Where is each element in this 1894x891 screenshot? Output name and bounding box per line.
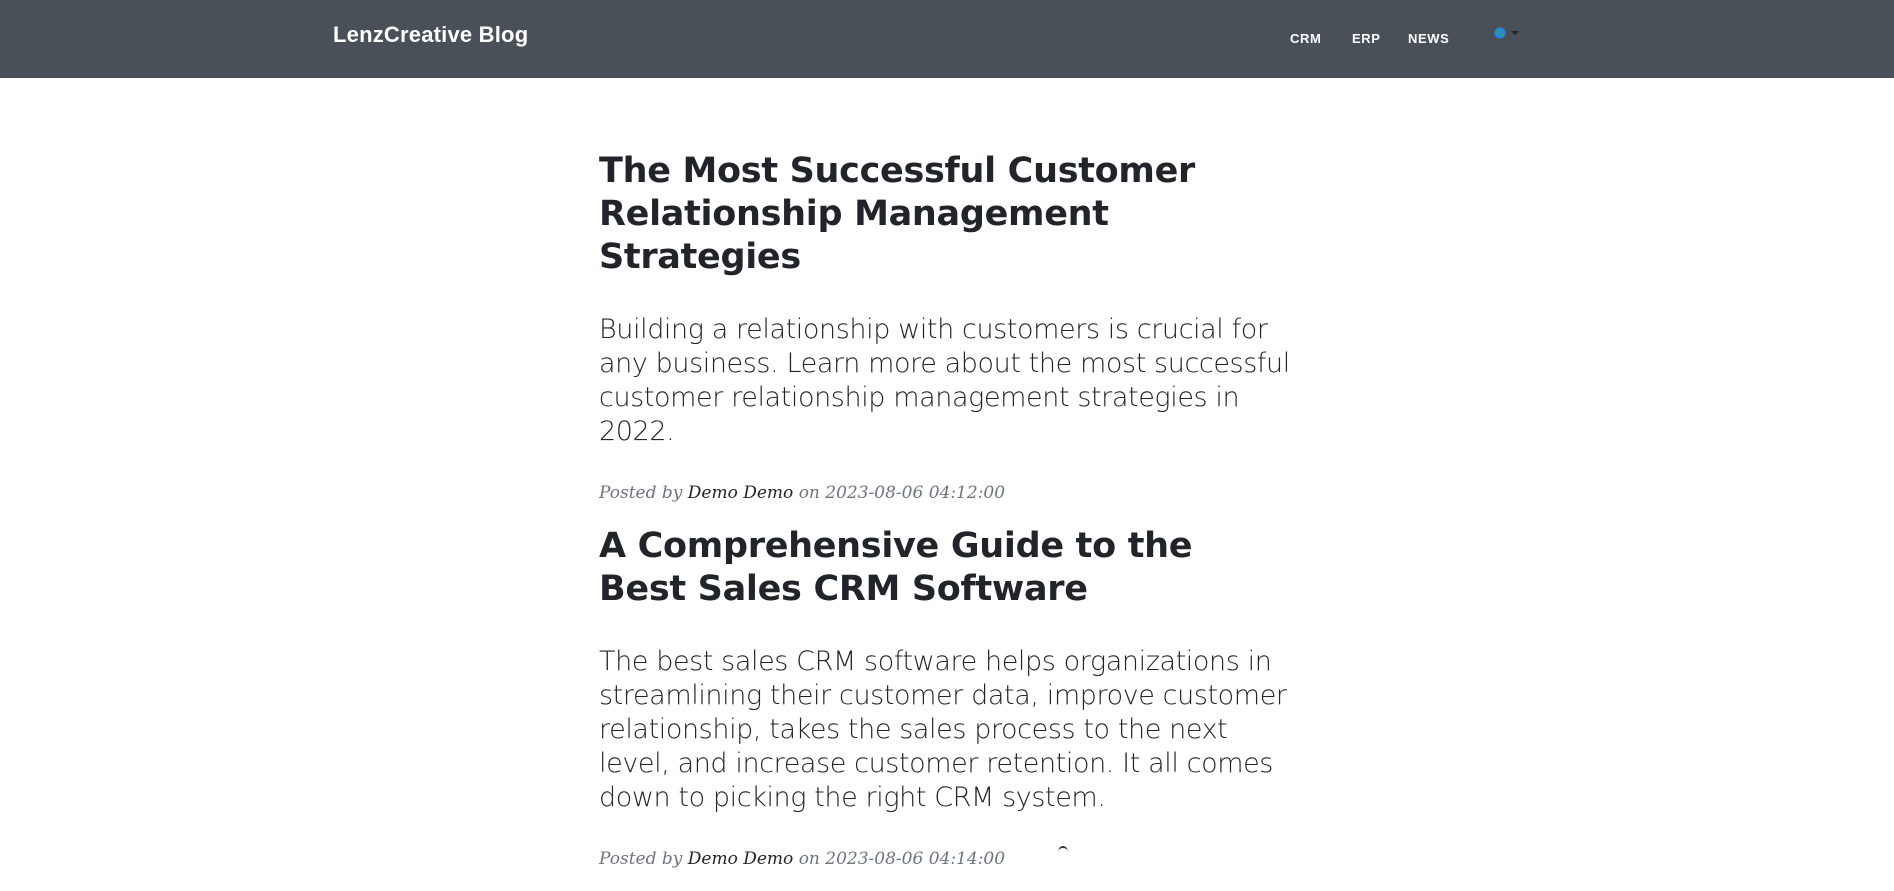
post-list: The Most Successful Customer Relationshi… [599, 150, 1299, 891]
meta-on: on [798, 483, 820, 503]
author-link[interactable]: Demo Demo [688, 849, 794, 869]
language-selector[interactable] [1494, 27, 1530, 43]
post-date: 2023-08-06 04:12:00 [825, 483, 1006, 503]
navbar: LenzCreative Blog CRM ERP NEWS [0, 0, 1894, 78]
post-meta: Posted by Demo Demo on 2023-08-06 04:14:… [599, 849, 1299, 869]
post-subtitle: Building a relationship with customers i… [599, 314, 1290, 447]
globe-icon [1494, 27, 1506, 39]
post-preview: The Most Successful Customer Relationshi… [599, 150, 1299, 503]
nav-link-news[interactable]: NEWS [1408, 31, 1449, 46]
brand-link[interactable]: LenzCreative Blog [333, 22, 528, 48]
author-link[interactable]: Demo Demo [688, 483, 794, 503]
meta-prefix: Posted by [599, 849, 683, 869]
nav-link-erp[interactable]: ERP [1352, 31, 1381, 46]
post-subtitle: The best sales CRM software helps organi… [599, 646, 1287, 813]
post-date: 2023-08-06 04:14:00 [825, 849, 1006, 869]
partial-divider-icon [1058, 846, 1068, 858]
post-title[interactable]: The Most Successful Customer Relationshi… [599, 150, 1299, 279]
meta-prefix: Posted by [599, 483, 683, 503]
meta-on: on [798, 849, 820, 869]
post-meta: Posted by Demo Demo on 2023-08-06 04:12:… [599, 483, 1299, 503]
post-title[interactable]: A Comprehensive Guide to the Best Sales … [599, 525, 1279, 611]
post-preview: A Comprehensive Guide to the Best Sales … [599, 525, 1299, 869]
nav-link-crm[interactable]: CRM [1290, 31, 1321, 46]
caret-down-icon [1511, 31, 1519, 35]
